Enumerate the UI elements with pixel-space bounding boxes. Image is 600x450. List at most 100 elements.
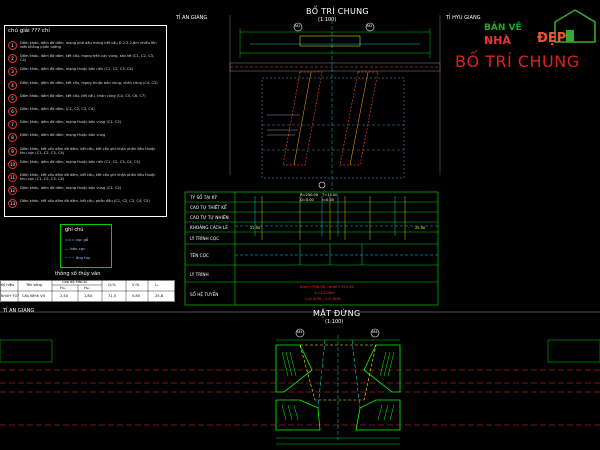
marker-label: M4 bbox=[372, 330, 378, 334]
note-text: Dầm khẩu, dầm đỡ dầm, mạng thuộc bản vùn… bbox=[20, 186, 122, 191]
note-item: 6 Dầm khẩu, dầm đỡ dầm, (C1, C2, C3, C4) bbox=[8, 106, 158, 117]
note-text: Dầm khẩu, dầm đỡ dầm, (C1, C2, C3, C4) bbox=[20, 107, 95, 111]
wing-wall-right-bottom bbox=[355, 399, 401, 431]
note-number-icon: 9 bbox=[8, 146, 17, 156]
profile-row-label: KHOẢNG CÁCH LẺ bbox=[190, 225, 228, 230]
note-text: Dầm khẩu, dầm đỡ dầm, kết cấu, mạng trên… bbox=[20, 54, 155, 63]
note-text: Dầm khẩu, dầm đỡ dầm, mạng thuộc bản vùn… bbox=[20, 120, 122, 125]
hydro-header: Tên sông bbox=[26, 283, 42, 287]
note-text: Dầm khẩu, kết cấu dầm đỡ dầm, kết cấu, k… bbox=[20, 146, 156, 155]
left-side-label: TỈ AN GIANG bbox=[176, 15, 208, 21]
note-item: 8 Dầm khẩu, dầm đỡ dầm, mạng thuộc bản vù… bbox=[8, 132, 158, 143]
notes-header: chú giải ??? chỉ bbox=[8, 28, 50, 34]
note-item: 7 Dầm khẩu, dầm đỡ dầm, mạng thuộc bản vù… bbox=[8, 119, 158, 130]
station-markers bbox=[293, 22, 380, 338]
profile-row-label: CAO TỰ THIẾT KẾ bbox=[190, 205, 227, 210]
hydro-cell: Km0+707 bbox=[1, 294, 20, 298]
elevation-view bbox=[0, 335, 600, 445]
hydro-header: H₅₀ bbox=[84, 286, 90, 290]
plan-scale: (1:100) bbox=[318, 17, 337, 23]
note-text: Dầm khẩu, dầm đỡ dầm, mang phố dầu móng … bbox=[20, 41, 157, 50]
note-text: Dầm khẩu, dầm đỡ dầm, kết cấu, kết cấu, … bbox=[20, 93, 146, 98]
note-item: 10 Dầm khẩu, dầm đỡ dầm, mạng thuộc bản n… bbox=[8, 159, 158, 170]
note-item: 11 Dầm khẩu, kết cấu dầm đỡ dầm, kết cấu,… bbox=[8, 172, 158, 183]
hydro-header: L₀ bbox=[155, 283, 159, 287]
note-number-icon: 4 bbox=[8, 80, 17, 90]
note-number-icon: 11 bbox=[8, 173, 17, 182]
logo-line1: BẢN VẼ bbox=[484, 23, 522, 33]
marker-label: M3 bbox=[297, 330, 303, 334]
plan-view bbox=[229, 20, 441, 190]
legend-title: ghi chú bbox=[65, 227, 84, 233]
note-item: 5 Dầm khẩu, dầm đỡ dầm, kết cấu, kết cấu,… bbox=[8, 93, 158, 104]
hydro-cell: 0,85 bbox=[132, 294, 141, 298]
plan-title: BỐ TRÍ CHUNG bbox=[306, 7, 369, 16]
wing-wall-left-bottom bbox=[275, 399, 321, 431]
elevation-title: MẶT ĐỨNG bbox=[313, 309, 361, 318]
hydro-cell: 25,8 bbox=[155, 294, 164, 298]
legend-item: === cọc gỗ bbox=[65, 237, 89, 242]
legend-box: ghi chú === cọc gỗ --- bản cọc ~~~ ống t… bbox=[60, 224, 112, 268]
elevation-scale: (1:100) bbox=[325, 319, 344, 325]
legend-item: --- bản cọc bbox=[65, 246, 86, 251]
note-number-icon: 6 bbox=[8, 107, 17, 116]
note-item: 3 Dầm khẩu, dầm đỡ dầm, mạng thuộc bản nề… bbox=[8, 66, 158, 77]
profile-row-label: TỶ SỐ TẠI KỲ bbox=[190, 195, 218, 200]
note-number-icon: 3 bbox=[8, 67, 17, 77]
profile-red-text: Km0+700.00 - Km0+723.00 bbox=[300, 284, 354, 289]
left-side-bottom-label: TỈ AN GIANG bbox=[3, 308, 35, 314]
profile-red-text: L=23.00m bbox=[315, 290, 335, 295]
note-item: 12 Dầm khẩu, dầm đỡ dầm, mạng thuộc bản v… bbox=[8, 185, 158, 196]
hydro-header: Cao độ MNCN bbox=[62, 280, 87, 284]
hydro-table-title: thông số thủy văn bbox=[55, 271, 101, 277]
hydro-cell: 1,84 bbox=[84, 294, 93, 298]
note-item: 4 Dầm khẩu, dầm đỡ dầm, kết cấu, mạng thu… bbox=[8, 80, 158, 91]
hydro-cell: 2,40 bbox=[60, 294, 69, 298]
note-item: 1 Dầm khẩu, dầm đỡ dầm, mang phố dầu móng… bbox=[8, 40, 158, 51]
hydro-header: V₁% bbox=[132, 283, 140, 287]
profile-row-label: CAO TỰ TỰ NHIÊN bbox=[190, 215, 229, 220]
note-item: 9 Dầm khẩu, kết cấu dầm đỡ dầm, kết cấu, … bbox=[8, 146, 158, 157]
overlay-title: BỐ TRÍ CHUNG bbox=[455, 52, 580, 71]
profile-info: i=0.05 bbox=[322, 198, 335, 202]
logo-line2: NHÀ bbox=[484, 34, 511, 47]
note-number-icon: 5 bbox=[8, 93, 17, 103]
hydro-table: Ký hiệu Tên sông Cao độ MNCN H₁₀ H₅₀ Q₁%… bbox=[0, 280, 175, 302]
note-number-icon: 10 bbox=[8, 159, 17, 169]
profile-row-label: LÝ TRÌNH CỌC bbox=[190, 236, 220, 241]
hydro-cell: 71,5 bbox=[108, 294, 117, 298]
culvert-axis bbox=[349, 71, 369, 166]
note-number-icon: 13 bbox=[8, 199, 17, 209]
note-text: Dầm khẩu, kết cấu dầm đỡ dầm, kết cấu, k… bbox=[20, 173, 156, 182]
note-item: 13 Dầm khẩu, kết cấu dầm đỡ dầm, kết cấu,… bbox=[8, 198, 158, 209]
profile-distance: 22.00 bbox=[250, 226, 261, 230]
note-text: Dầm khẩu, dầm đỡ dầm, mạng thuộc bản vùn… bbox=[20, 133, 106, 138]
note-number-icon: 2 bbox=[8, 54, 17, 64]
profile-row-label: LÝ TRÌNH bbox=[190, 272, 209, 277]
marker-label: M1 bbox=[295, 24, 301, 28]
hydro-cell: Cầu Kênh VII bbox=[22, 294, 45, 298]
logo-line3: ĐẸP bbox=[537, 31, 567, 46]
hydro-header: Q₁% bbox=[108, 283, 116, 287]
marker-label: M2 bbox=[367, 24, 373, 28]
note-number-icon: 7 bbox=[8, 120, 17, 130]
profile-distance: 25.00 bbox=[415, 226, 426, 230]
note-number-icon: 1 bbox=[8, 41, 17, 50]
note-number-icon: 8 bbox=[8, 133, 17, 143]
note-number-icon: 12 bbox=[8, 186, 17, 196]
dim-box bbox=[299, 35, 361, 47]
hydro-header: H₁₀ bbox=[60, 286, 66, 290]
note-item: 2 Dầm khẩu, dầm đỡ dầm, kết cấu, mạng trê… bbox=[8, 53, 158, 64]
logo: BẢN VẼ NHÀ ĐẸP bbox=[481, 15, 591, 49]
right-side-label: TỈ HYU GIANG bbox=[446, 15, 481, 21]
profile-row-label: SỐ HỆ TUYẾN bbox=[190, 292, 219, 297]
cad-viewport[interactable]: { "drawing": { "plan_title": "BỐ TRÍ CHU… bbox=[0, 0, 600, 450]
profile-info: D=0.00 bbox=[300, 198, 314, 202]
note-text: Dầm khẩu, dầm đỡ dầm, mạng thuộc bản nền… bbox=[20, 67, 134, 72]
note-text: Dầm khẩu, kết cấu dầm đỡ dầm, kết cấu, p… bbox=[20, 199, 150, 204]
hydro-header: Ký hiệu bbox=[1, 283, 15, 287]
culvert-axis bbox=[293, 71, 312, 166]
note-text: Dầm khẩu, dầm đỡ dầm, kết cấu, mạng thuộ… bbox=[20, 80, 158, 85]
profile-red-text: i=0.50% / i=0.50% bbox=[305, 296, 342, 301]
note-text: Dầm khẩu, dầm đỡ dầm, mạng thuộc bản nền… bbox=[20, 159, 141, 164]
